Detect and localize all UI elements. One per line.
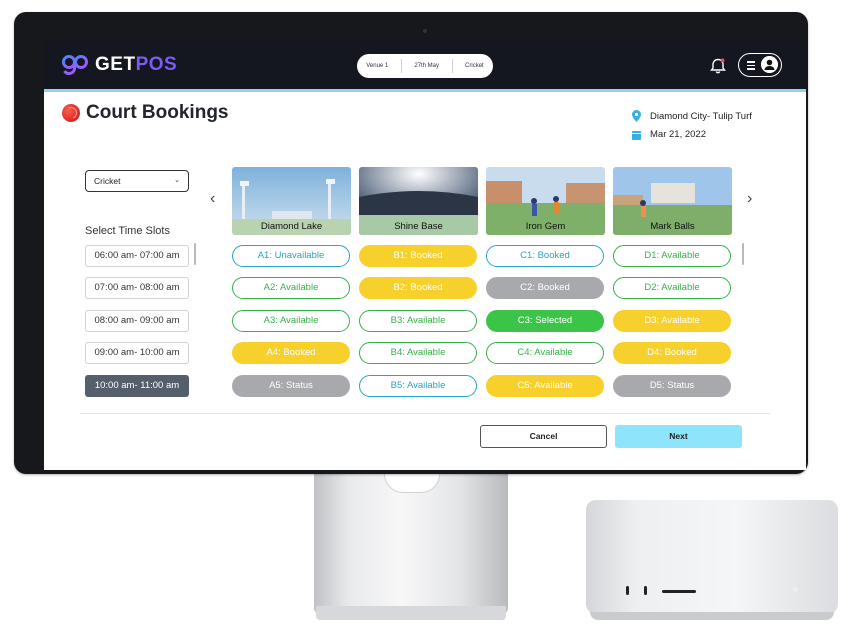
page-title: Court Bookings xyxy=(86,102,229,123)
top-navigation-bar: GETPOS Venue 1 27th May Cricket xyxy=(44,40,806,92)
court-name: Mark Balls xyxy=(650,221,695,232)
booking-date: Mar 21, 2022 xyxy=(650,129,706,140)
power-led xyxy=(794,588,797,591)
filter-venue[interactable]: Venue 1 xyxy=(360,63,394,69)
court-slot-button[interactable]: D3: Available xyxy=(613,310,731,332)
cancel-button[interactable]: Cancel xyxy=(480,425,607,448)
notification-bell-icon[interactable] xyxy=(709,57,727,75)
hamburger-icon xyxy=(747,61,755,72)
time-slot[interactable]: 08:00 am- 09:00 am xyxy=(85,310,189,332)
time-slot[interactable]: 09:00 am- 10:00 am xyxy=(85,342,189,364)
venue-name: Diamond City- Tulip Turf xyxy=(650,110,752,122)
court-slot-button[interactable]: C3: Selected xyxy=(486,310,604,332)
logo[interactable]: GETPOS xyxy=(62,54,177,76)
court-slot-button[interactable]: A5: Status xyxy=(232,375,350,397)
filter-pill[interactable]: Venue 1 27th May Cricket xyxy=(357,54,493,78)
court-card-diamond-lake[interactable]: Diamond Lake xyxy=(232,167,351,235)
time-slot-selected[interactable]: 10:00 am- 11:00 am xyxy=(85,375,189,397)
court-slot-button[interactable]: C2: Booked xyxy=(486,277,604,299)
court-slot-button[interactable]: A1: Unavailable xyxy=(232,245,350,267)
court-slot-button[interactable]: C4: Available xyxy=(486,342,604,364)
court-slot-button[interactable]: B5: Available xyxy=(359,375,477,397)
court-slot-button[interactable]: C5: Available xyxy=(486,375,604,397)
monitor-stand xyxy=(314,474,508,614)
calendar-icon xyxy=(632,130,641,140)
court-slot-button[interactable]: D4: Booked xyxy=(613,342,731,364)
court-card-mark-balls[interactable]: Mark Balls xyxy=(613,167,732,235)
court-slot-button[interactable]: A3: Available xyxy=(232,310,350,332)
court-slot-button[interactable]: C1: Booked xyxy=(486,245,604,267)
venue-info: Diamond City- Tulip Turf xyxy=(632,110,752,122)
location-pin-icon xyxy=(632,110,641,122)
court-slot-button[interactable]: B3: Available xyxy=(359,310,477,332)
mac-mini-device xyxy=(586,500,838,620)
usb-port xyxy=(626,586,629,595)
time-slot[interactable]: 07:00 am- 08:00 am xyxy=(85,277,189,299)
chevron-left-icon[interactable]: ‹ xyxy=(210,190,215,208)
court-slot-button[interactable]: D2: Available xyxy=(613,277,731,299)
court-slot-button[interactable]: A2: Available xyxy=(232,277,350,299)
date-info: Mar 21, 2022 xyxy=(632,129,706,140)
court-name: Diamond Lake xyxy=(260,221,323,232)
court-slot-button[interactable]: B1: Booked xyxy=(359,245,477,267)
monitor: GETPOS Venue 1 27th May Cricket Court Bo… xyxy=(14,12,808,474)
sport-select[interactable]: Cricket ⌄ xyxy=(85,170,189,192)
court-slot-button[interactable]: B4: Available xyxy=(359,342,477,364)
court-slot-button[interactable]: D1: Available xyxy=(613,245,731,267)
logo-mark-icon xyxy=(62,55,88,75)
profile-menu-button[interactable] xyxy=(738,53,782,77)
logo-text: GETPOS xyxy=(95,54,178,75)
chevron-down-icon: ⌄ xyxy=(174,177,180,184)
sd-card-slot xyxy=(662,590,696,593)
cricket-ball-icon xyxy=(62,104,80,122)
sport-select-value: Cricket xyxy=(94,176,121,186)
time-slot[interactable]: 06:00 am- 07:00 am xyxy=(85,245,189,267)
divider xyxy=(400,59,402,73)
user-avatar-icon xyxy=(761,56,778,73)
camera xyxy=(423,29,427,33)
court-name: Shine Base xyxy=(394,221,443,232)
time-slots-title: Select Time Slots xyxy=(85,225,170,237)
stand-base xyxy=(316,606,506,620)
court-slot-button[interactable]: A4: Booked xyxy=(232,342,350,364)
court-name: Iron Gem xyxy=(525,221,566,232)
slot-grid-scrollbar[interactable] xyxy=(742,243,744,265)
court-slot-button[interactable]: B2: Booked xyxy=(359,277,477,299)
court-card-shine-base[interactable]: Shine Base xyxy=(359,167,478,235)
screen: GETPOS Venue 1 27th May Cricket Court Bo… xyxy=(44,40,806,470)
chevron-right-icon[interactable]: › xyxy=(747,190,752,208)
time-slots-scrollbar[interactable] xyxy=(194,243,196,265)
divider xyxy=(451,59,453,73)
next-button[interactable]: Next xyxy=(615,425,742,448)
court-slot-button[interactable]: D5: Status xyxy=(613,375,731,397)
device-foot xyxy=(590,612,834,620)
page-header: Court Bookings xyxy=(62,102,229,124)
filter-sport[interactable]: Cricket xyxy=(459,63,490,69)
court-card-iron-gem[interactable]: Iron Gem xyxy=(486,167,605,235)
usb-port xyxy=(644,586,647,595)
footer-divider xyxy=(80,413,770,414)
filter-date[interactable]: 27th May xyxy=(408,63,445,69)
